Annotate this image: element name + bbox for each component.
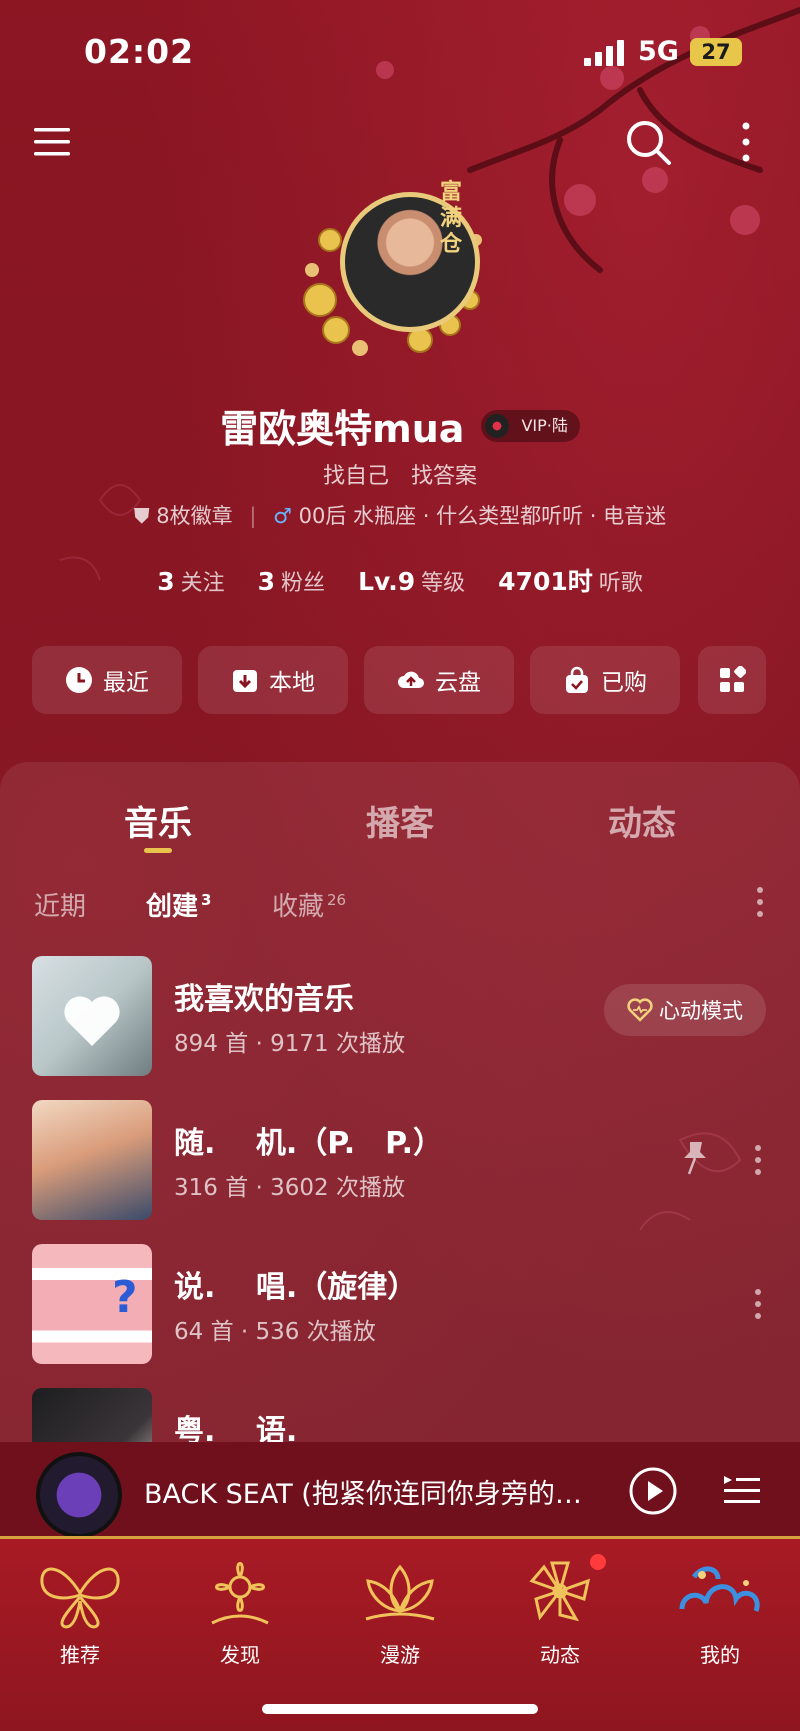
local-label: 本地 bbox=[269, 670, 315, 696]
more-options-icon[interactable] bbox=[754, 1142, 762, 1178]
tab-music[interactable]: 音乐 bbox=[124, 796, 192, 845]
lotus-icon bbox=[365, 1564, 435, 1621]
more-options-icon[interactable] bbox=[736, 118, 756, 166]
playlist-queue-icon[interactable] bbox=[722, 1470, 762, 1510]
playlist-name: 粤. 语. bbox=[174, 1414, 298, 1442]
nav-label: 漫游 bbox=[380, 1643, 420, 1667]
age-zodiac-tag: 00后 水瓶座 bbox=[298, 504, 417, 528]
home-indicator[interactable] bbox=[262, 1704, 538, 1714]
purchased-label: 已购 bbox=[601, 670, 647, 696]
heartbeat-mode-label: 心动模式 bbox=[659, 999, 743, 1023]
heart-icon bbox=[64, 996, 120, 1046]
cloud-button[interactable]: 云盘 bbox=[364, 646, 514, 714]
dot-separator: · bbox=[589, 504, 604, 528]
more-apps-button[interactable] bbox=[698, 646, 766, 714]
stat-level[interactable]: Lv.9 等级 bbox=[358, 565, 465, 597]
status-time: 02:02 bbox=[84, 32, 195, 71]
tab-moments[interactable]: 动态 bbox=[608, 796, 676, 845]
clock-icon bbox=[66, 667, 92, 693]
nav-label: 动态 bbox=[540, 1643, 580, 1667]
tab-indicator bbox=[144, 848, 172, 853]
more-options-icon[interactable] bbox=[756, 884, 764, 920]
playlist-cover bbox=[32, 1100, 152, 1220]
cloud-label: 云盘 bbox=[435, 670, 481, 696]
profile-tags[interactable]: ⛊ 8枚徽章 | ♂ 00后 水瓶座 · 什么类型都听听 · 电音迷 bbox=[0, 500, 800, 530]
playlist-item[interactable]: 随. 机.（P. P.） 316 首 · 3602 次播放 bbox=[32, 1100, 772, 1220]
badge-shield-icon: ⛊ bbox=[133, 504, 150, 528]
search-icon[interactable] bbox=[624, 118, 672, 166]
stat-followers[interactable]: 3 粉丝 bbox=[258, 565, 325, 597]
network-type: 5G bbox=[638, 36, 679, 67]
track-title[interactable]: BACK SEAT (抱紧你连同你身旁的… bbox=[144, 1472, 614, 1511]
playlist-cover bbox=[32, 956, 152, 1076]
butterfly-icon bbox=[40, 1567, 120, 1629]
nav-label: 推荐 bbox=[60, 1643, 100, 1667]
playlist-name: 我喜欢的音乐 bbox=[174, 982, 354, 1017]
album-disc[interactable] bbox=[36, 1452, 122, 1538]
status-bar: 02:02 5G 27 bbox=[0, 0, 800, 100]
playlist-cover: ? bbox=[32, 1244, 152, 1364]
signature[interactable]: 找自己 找答案 bbox=[0, 458, 800, 490]
cloud-upload-icon bbox=[398, 671, 424, 688]
playlist-meta: 894 首 · 9171 次播放 bbox=[174, 1031, 405, 1057]
avatar-frame-badge: 富满仓 bbox=[440, 180, 463, 257]
playlist-meta: 64 首 · 536 次播放 bbox=[174, 1319, 376, 1345]
question-mark-icon: ? bbox=[112, 1272, 138, 1323]
subtab-recent[interactable]: 近期 bbox=[34, 886, 86, 923]
music-taste-tag: 电音迷 bbox=[603, 504, 667, 528]
subtab-created[interactable]: 创建 3 bbox=[146, 886, 211, 923]
divider: | bbox=[249, 504, 257, 528]
recent-button[interactable]: 最近 bbox=[32, 646, 182, 714]
subtab-collected[interactable]: 收藏 26 bbox=[272, 886, 346, 923]
flower-icon bbox=[211, 1562, 269, 1625]
mini-player[interactable]: BACK SEAT (抱紧你连同你身旁的… bbox=[0, 1442, 800, 1540]
playlist-cover bbox=[32, 1388, 152, 1442]
local-button[interactable]: 本地 bbox=[198, 646, 348, 714]
menu-icon[interactable] bbox=[32, 122, 72, 162]
playlist-meta: 316 首 · 3602 次播放 bbox=[174, 1175, 405, 1201]
stat-following[interactable]: 3 关注 bbox=[157, 565, 224, 597]
vinyl-icon bbox=[485, 413, 510, 438]
grid-icon bbox=[720, 666, 746, 692]
vip-badge[interactable]: VIP·陆 bbox=[481, 409, 580, 442]
profile-stats: 3 关注 3 粉丝 Lv.9 等级 4701时 听歌 bbox=[0, 562, 800, 598]
playlist-name: 随. 机.（P. P.） bbox=[174, 1126, 443, 1161]
male-icon: ♂ bbox=[273, 504, 292, 528]
nav-label: 发现 bbox=[220, 1643, 260, 1667]
nickname-row: 雷欧奥特mua VIP·陆 bbox=[0, 398, 800, 453]
badge-count: 8枚徽章 bbox=[156, 504, 233, 528]
battery-indicator: 27 bbox=[690, 38, 742, 66]
playlist-item[interactable]: ? 说. 唱.（旋律） 64 首 · 536 次播放 bbox=[32, 1244, 772, 1364]
playlist-item[interactable]: 粤. 语. bbox=[32, 1388, 772, 1442]
purchased-button[interactable]: 已购 bbox=[530, 646, 680, 714]
playlist-item[interactable]: 我喜欢的音乐 894 首 · 9171 次播放 心动模式 bbox=[32, 956, 772, 1076]
auspicious-cloud-icon bbox=[679, 1566, 760, 1612]
nav-discover[interactable]: 发现 bbox=[180, 1553, 300, 1668]
nav-moments[interactable]: 动态 bbox=[500, 1553, 620, 1668]
notification-dot bbox=[590, 1554, 606, 1570]
download-box-icon bbox=[233, 670, 257, 692]
cellular-signal-icon bbox=[584, 40, 624, 66]
heart-pulse-icon bbox=[627, 998, 653, 1022]
bottom-navigation: 推荐 发现 漫游 动态 我的 bbox=[0, 1536, 800, 1731]
nav-mine[interactable]: 我的 bbox=[660, 1553, 780, 1668]
vip-label: VIP·陆 bbox=[521, 415, 568, 435]
nav-roam[interactable]: 漫游 bbox=[340, 1553, 460, 1668]
nickname[interactable]: 雷欧奥特mua bbox=[220, 407, 464, 451]
nav-recommend[interactable]: 推荐 bbox=[20, 1553, 140, 1668]
heartbeat-mode-button[interactable]: 心动模式 bbox=[604, 984, 766, 1036]
nav-label: 我的 bbox=[700, 1643, 740, 1667]
shopping-bag-icon bbox=[566, 666, 588, 693]
more-options-icon[interactable] bbox=[754, 1286, 762, 1322]
dot-separator: · bbox=[422, 504, 437, 528]
playlist-name: 说. 唱.（旋律） bbox=[174, 1270, 418, 1305]
pin-icon bbox=[684, 1142, 706, 1175]
tab-podcast[interactable]: 播客 bbox=[366, 796, 434, 845]
genre-tag: 什么类型都听听 bbox=[436, 504, 584, 528]
recent-label: 最近 bbox=[103, 670, 149, 696]
play-icon[interactable] bbox=[628, 1466, 678, 1516]
stat-listening-hours[interactable]: 4701时 听歌 bbox=[498, 562, 643, 598]
